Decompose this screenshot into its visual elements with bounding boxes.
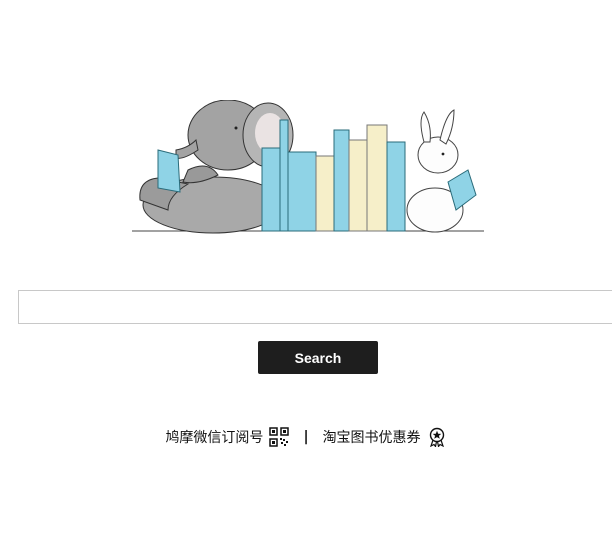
wechat-subscription-label: 鸠摩微信订阅号 — [165, 430, 264, 446]
ribbon-badge-icon — [429, 427, 444, 447]
rabbit-illustration — [406, 109, 477, 233]
footer-links: 鸠摩微信订阅号 | 淘宝图书优惠券 — [0, 424, 612, 450]
taobao-coupon-label: 淘宝图书优惠券 — [322, 430, 421, 446]
hero-illustration — [132, 100, 484, 234]
search-input[interactable] — [18, 290, 612, 324]
qr-code-icon — [269, 427, 290, 447]
search-button[interactable]: Search — [258, 341, 378, 374]
page: Search 鸠摩微信订阅号 | 淘宝图书优惠券 — [0, 0, 612, 538]
wechat-subscription-link[interactable]: 鸠摩微信订阅号 — [165, 427, 290, 447]
books-illustration — [261, 119, 406, 232]
taobao-coupon-link[interactable]: 淘宝图书优惠券 — [323, 427, 447, 447]
links-separator: | — [303, 429, 309, 445]
